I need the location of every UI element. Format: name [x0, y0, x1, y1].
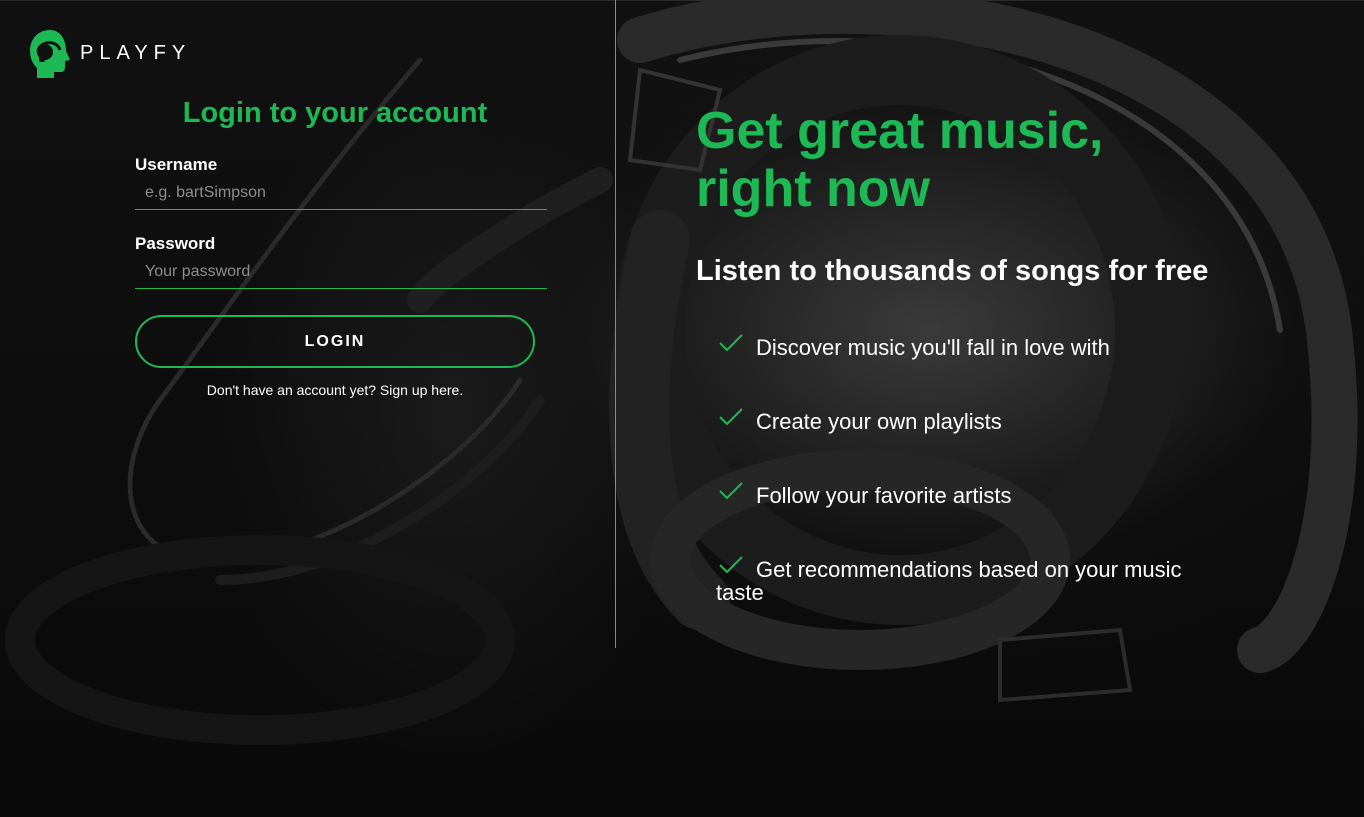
signup-link[interactable]: Don't have an account yet? Sign up here. [135, 382, 535, 398]
brand-logo[interactable]: PLAYFY [28, 28, 191, 78]
check-icon [719, 334, 743, 352]
password-label: Password [135, 234, 216, 253]
check-icon [719, 482, 743, 500]
hero-title-line1: Get great music, [696, 102, 1104, 160]
top-border [0, 0, 1364, 1]
headphones-logo-icon [30, 30, 70, 78]
feature-text: Create your own playlists [756, 409, 1002, 434]
feature-text: Follow your favorite artists [756, 483, 1012, 508]
feature-item: Discover music you'll fall in love with [716, 334, 1236, 360]
login-button[interactable]: LOGIN [135, 315, 535, 368]
check-icon [719, 556, 743, 574]
feature-text: Get recommendations based on your music [756, 557, 1182, 582]
feature-text: Discover music you'll fall in love with [756, 335, 1110, 360]
hero-title-line2: right now [696, 160, 930, 218]
feature-item: Get recommendations based on your music … [716, 556, 1236, 605]
feature-text-continued: taste [716, 580, 764, 605]
hero-subtitle: Listen to thousands of songs for free [696, 255, 1209, 287]
username-label: Username [135, 155, 218, 174]
login-title: Login to your account [182, 97, 488, 129]
feature-item: Follow your favorite artists [716, 482, 1236, 508]
login-page: PLAYFY Login to your account Username Pa… [0, 0, 1364, 817]
feature-item: Create your own playlists [716, 408, 1236, 434]
hero-title: Get great music, right now [696, 102, 1256, 218]
check-icon [719, 408, 743, 426]
username-input[interactable] [135, 176, 547, 210]
feature-list: Discover music you'll fall in love with … [716, 334, 1236, 655]
brand-name: PLAYFY [80, 41, 192, 64]
password-input[interactable] [135, 255, 547, 289]
